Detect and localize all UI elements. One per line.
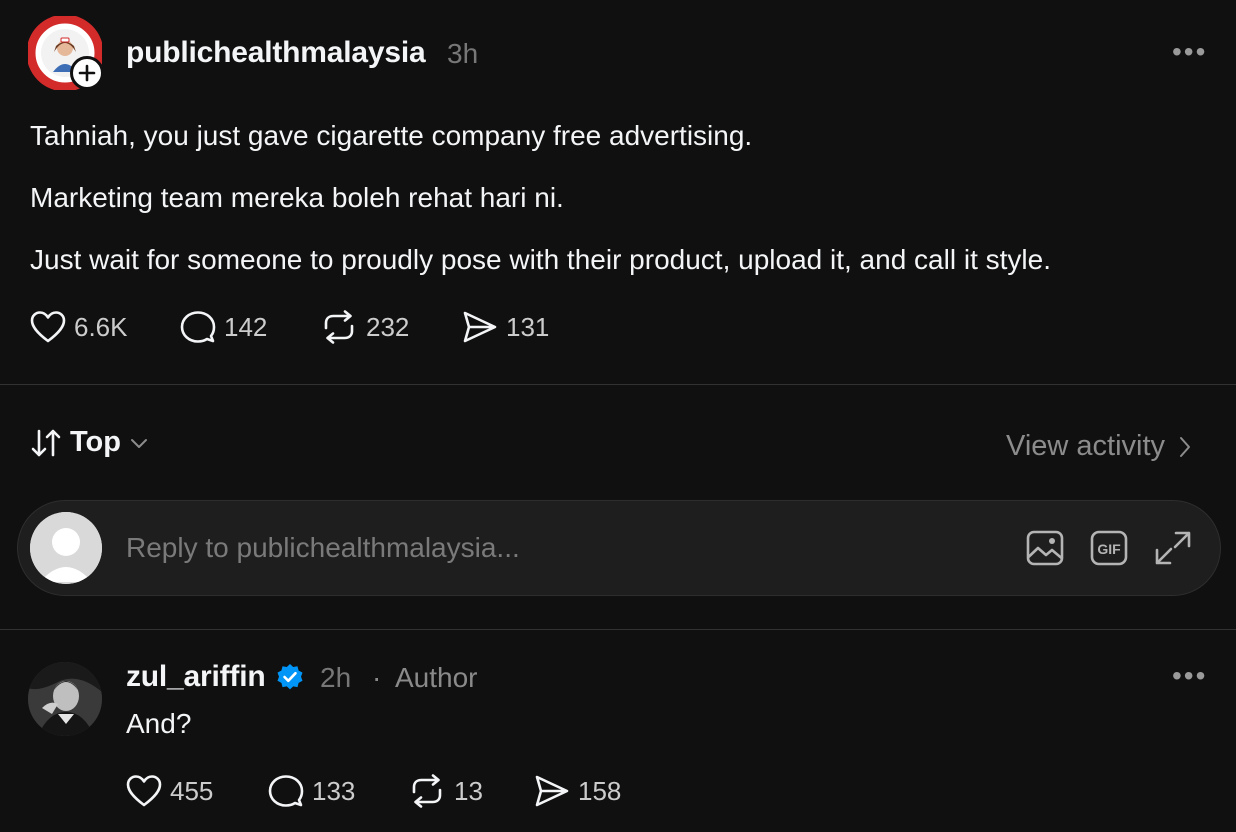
attach-image-button[interactable] [1026,530,1064,571]
post-repost-count: 232 [366,311,410,342]
verified-badge [276,663,304,696]
comment-like-button[interactable]: 455 [126,774,213,808]
post-more-button[interactable]: ••• [1172,36,1207,68]
comment-icon [268,775,304,807]
profile-photo-icon [28,662,102,736]
comment-like-count: 455 [170,775,214,806]
post-share-button[interactable]: 131 [462,310,549,344]
heart-icon [30,311,66,343]
comment-author-avatar[interactable] [28,662,102,736]
comment-icon [180,311,216,343]
heart-icon [126,775,162,807]
comment-share-button[interactable]: 158 [534,774,621,808]
separator-dot: · [372,662,382,693]
post-username[interactable]: publichealthmalaysia [126,36,426,70]
post-text-line-3: Just wait for someone to proudly pose wi… [30,244,1051,275]
verified-icon [277,664,303,690]
chevron-right-icon [1180,436,1191,457]
sort-arrows-icon [31,429,61,456]
view-activity-link[interactable]: View activity [1006,430,1191,463]
post-timestamp[interactable]: 3h [447,38,478,70]
post-text-line-2: Marketing team mereka boleh rehat hari n… [30,182,564,213]
send-icon [535,775,569,807]
post-repost-button[interactable]: 232 [320,310,409,344]
sort-dropdown[interactable]: Top [30,426,149,459]
default-avatar-icon [30,512,102,584]
image-icon [1026,530,1064,566]
comment-share-count: 158 [578,775,622,806]
comment-timestamp[interactable]: 2h [320,662,351,694]
author-tag: Author [395,662,478,693]
chevron-down-icon [131,438,147,448]
post-like-count: 6.6K [74,311,128,342]
post-like-button[interactable]: 6.6K [30,310,128,344]
gif-text: GIF [1097,541,1121,557]
repost-icon [412,774,442,808]
reply-input[interactable]: Reply to publichealthmalaysia... [126,532,520,564]
divider [0,629,1236,630]
comment-more-button[interactable]: ••• [1172,660,1207,692]
view-activity-label: View activity [1006,430,1166,462]
post-comment-count: 142 [224,311,268,342]
post-comment-button[interactable]: 142 [180,310,267,344]
comment-reply-button[interactable]: 133 [268,774,355,808]
post-share-count: 131 [506,311,550,342]
comment-reply-count: 133 [312,775,356,806]
follow-button[interactable] [70,56,104,90]
expand-composer-button[interactable] [1154,530,1192,571]
divider [0,384,1236,385]
comment-repost-count: 13 [454,775,483,806]
post-text-line-1: Tahniah, you just gave cigarette company… [30,120,753,151]
sort-label: Top [70,426,121,458]
repost-icon [324,310,354,344]
send-icon [463,311,497,343]
gif-icon: GIF [1090,530,1128,566]
attach-gif-button[interactable]: GIF [1090,530,1128,571]
comment-username[interactable]: zul_ariffin [126,660,266,694]
comment-repost-button[interactable]: 13 [408,774,483,808]
comment-text: And? [126,708,192,739]
plus-icon [78,64,96,82]
current-user-avatar [30,512,102,584]
expand-icon [1155,531,1191,565]
